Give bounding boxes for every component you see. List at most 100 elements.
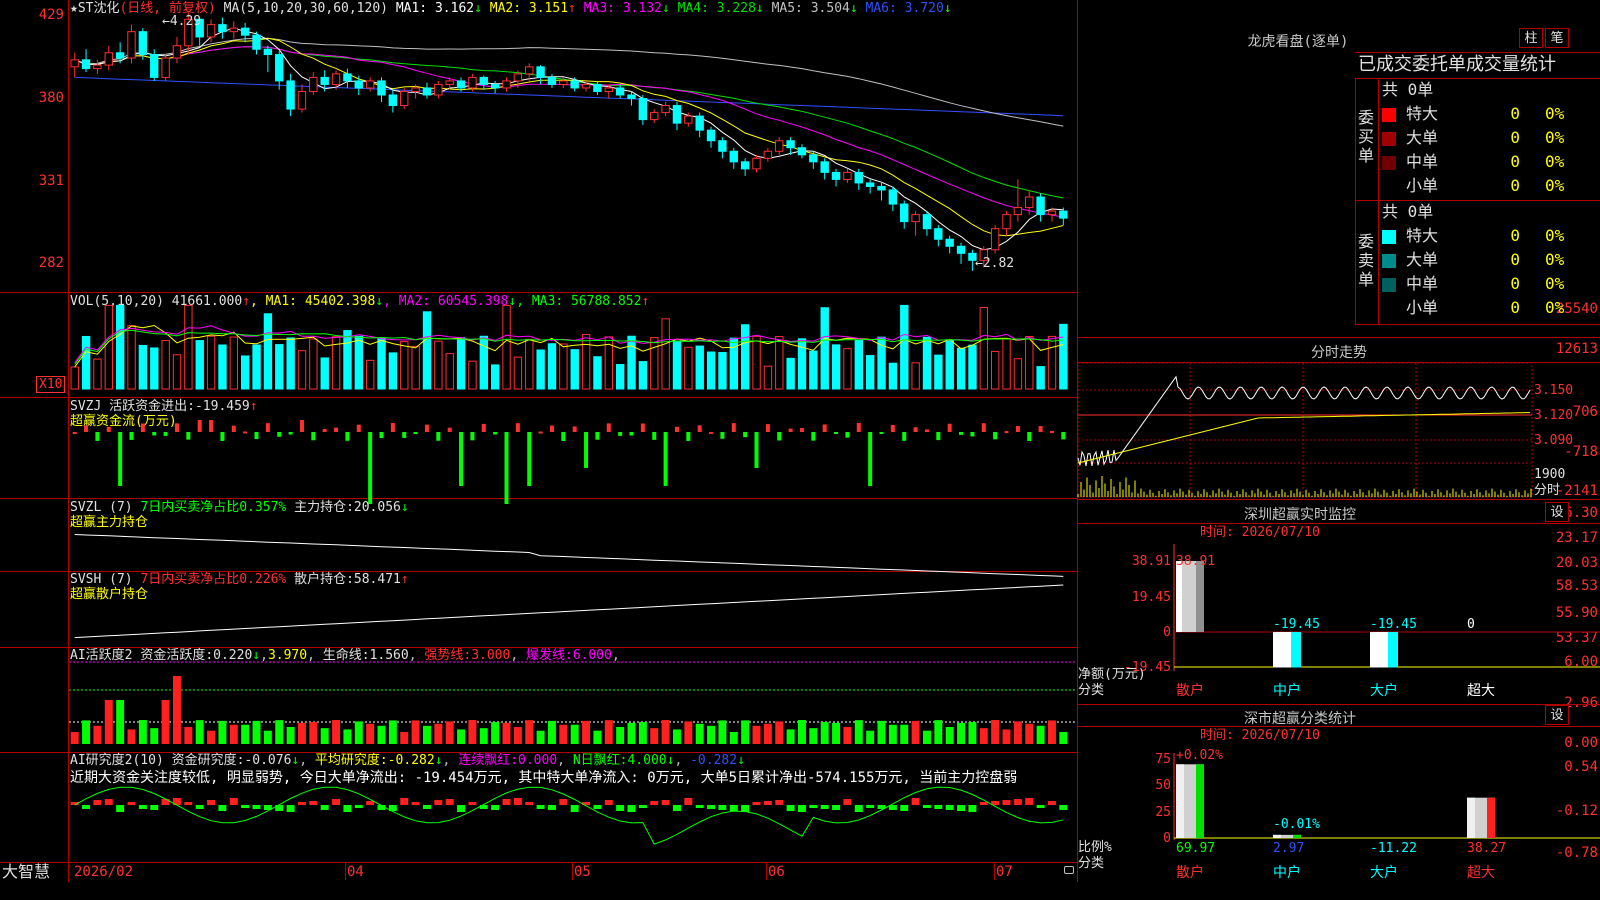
category-settings-button[interactable]: 设: [1545, 705, 1569, 725]
svzj-bar: [288, 432, 293, 435]
ai-research-bar: [809, 805, 818, 808]
volume-bar: [934, 354, 943, 390]
row-count: 0: [1510, 226, 1520, 245]
candle-body: [229, 27, 238, 33]
svzj-bar: [95, 432, 100, 441]
row-swatch: [1382, 156, 1396, 170]
ai-activity-bar: [763, 723, 772, 744]
volume-bar: [616, 363, 625, 390]
ai-activity-bar: [843, 726, 852, 744]
ai-research-bar: [195, 805, 204, 809]
ai-research-bar: [650, 801, 659, 805]
sz-category-chart[interactable]: 75 50 25 0 +0.02% 69.97 散户 -0.01% 2.97 中户 -11.22 大户…: [1078, 727, 1600, 900]
ai-activity-bar: [968, 722, 977, 744]
svzj-bar: [584, 432, 589, 468]
monitor-bar-shade: [1291, 632, 1301, 668]
svzj-bar: [436, 432, 441, 441]
ai-activity-bar: [547, 720, 556, 744]
candle-body: [286, 80, 295, 110]
svzj-bar: [1004, 431, 1009, 434]
svzl-line[interactable]: [69, 499, 1077, 577]
candle-body: [320, 76, 329, 85]
svzj-bar: [572, 426, 577, 432]
tick-mode-button[interactable]: 笔: [1545, 28, 1569, 48]
row-pct: 0%: [1545, 226, 1565, 245]
svzj-bars[interactable]: [69, 398, 1077, 504]
ai-research-bar: [1025, 798, 1034, 805]
sz-monitor-title: 深圳超赢实时监控: [1244, 507, 1356, 523]
row-swatch: [1382, 108, 1396, 122]
ai-activity-bar: [888, 724, 897, 744]
ai-activity-bar: [945, 726, 954, 744]
row-pct: 0%: [1545, 250, 1565, 269]
ai-activity-bar: [957, 722, 966, 744]
monitor-bar-shade: [1388, 632, 1398, 668]
ai-activity-bars[interactable]: [69, 648, 1077, 752]
volume-bar: [775, 336, 784, 390]
intraday-chart[interactable]: [1077, 362, 1600, 499]
svzj-bar: [493, 432, 498, 435]
candle-body: [513, 73, 523, 82]
volume-bar: [922, 336, 932, 390]
ai-activity-bar: [695, 723, 704, 744]
candle-body: [729, 150, 738, 163]
category-x-label: 分类: [1078, 856, 1105, 871]
ai-activity-bar: [809, 728, 818, 744]
svzj-bar: [504, 432, 509, 504]
monitor-settings-button[interactable]: 设: [1545, 502, 1569, 522]
svsh-line[interactable]: [69, 572, 1077, 647]
monitor-y-tick: 19.45: [1132, 590, 1171, 605]
sz-category-title: 深市超赢分类统计: [1244, 711, 1356, 727]
ai-research-bars[interactable]: [69, 753, 1077, 862]
ai-activity-bar: [627, 722, 636, 744]
y-tick: 380: [38, 90, 64, 106]
candlestick-chart[interactable]: [69, 0, 1077, 292]
volume-bar: [127, 325, 136, 390]
svzj-bar: [697, 425, 702, 432]
category-y-tick: 0: [1163, 831, 1171, 846]
volume-bar: [241, 355, 250, 390]
candle-body: [570, 80, 579, 89]
ai-activity-bar: [1036, 725, 1045, 744]
svzj-bar: [277, 432, 282, 437]
candle-body: [388, 94, 398, 107]
volume-bar: [888, 362, 898, 390]
volume-bar: [763, 365, 773, 390]
lock-icon[interactable]: [1064, 866, 1074, 874]
volume-bar: [1002, 338, 1011, 390]
svsh-series: [74, 584, 1064, 639]
volume-bar: [343, 330, 352, 390]
bar-mode-button[interactable]: 柱: [1519, 28, 1543, 48]
volume-bar: [536, 349, 545, 390]
candle-body: [150, 54, 159, 78]
candle-body: [831, 171, 841, 180]
category-bar-shade: [1176, 764, 1184, 838]
candle-body: [343, 73, 352, 82]
row-name: 大单: [1406, 128, 1439, 147]
category-y-tick: 25: [1155, 805, 1171, 820]
high-marker: ←4.29: [162, 14, 202, 29]
volume-bars[interactable]: [69, 293, 1077, 397]
ai-research-bar: [1002, 800, 1011, 805]
ai-research-bar: [400, 798, 409, 805]
ai-research-bar: [934, 805, 943, 809]
row-name: 中单: [1406, 274, 1439, 293]
sz-monitor-chart[interactable]: 38.9119.450-19.4538.91散户-19.45中户-19.45大户…: [1078, 524, 1600, 704]
ai-research-bar: [593, 805, 602, 809]
ai-activity-bar: [729, 731, 738, 744]
x-label: 07: [996, 864, 1013, 880]
row-pct: 0%: [1545, 152, 1565, 171]
monitor-top-line: [1078, 499, 1600, 500]
ai-research-bar: [422, 805, 431, 809]
ai-activity-bar: [309, 722, 318, 744]
monitor-x-tick: 散户: [1176, 682, 1204, 699]
volume-bar: [525, 338, 534, 390]
candle-body: [695, 115, 704, 131]
svzj-bar: [811, 432, 816, 441]
svzj-bar: [743, 432, 748, 438]
ai-research-bar: [627, 805, 636, 812]
volume-bar: [161, 340, 170, 390]
candle-body: [468, 76, 477, 89]
brand-label[interactable]: 大智慧: [2, 863, 50, 881]
ai-activity-bar: [172, 676, 181, 744]
